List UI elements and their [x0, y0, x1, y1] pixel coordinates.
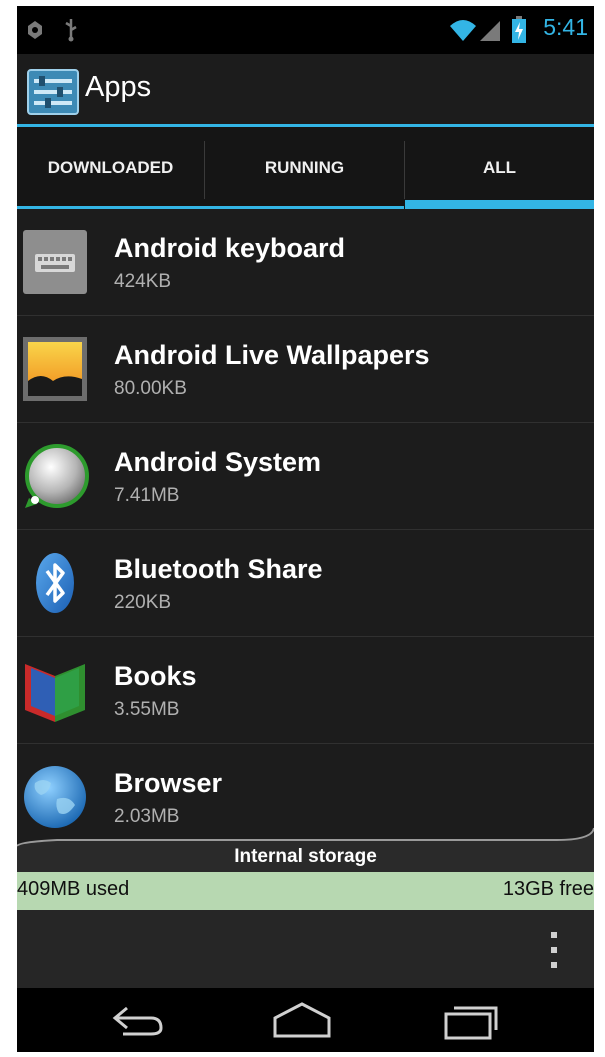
phone-screen: 5:41 Apps DOWNLOADED RUNNING ALL Android…	[17, 6, 594, 1052]
keyboard-icon	[23, 230, 87, 294]
page-title: Apps	[85, 71, 152, 103]
tab-label: RUNNING	[264, 158, 345, 177]
app-size: 3.55MB	[114, 699, 180, 720]
usb-icon	[65, 19, 77, 42]
back-icon[interactable]	[107, 998, 167, 1042]
status-bar: 5:41	[17, 6, 594, 54]
app-name: Bluetooth Share	[114, 554, 323, 584]
tab-selected-indicator	[405, 200, 594, 209]
wifi-icon	[450, 20, 476, 41]
android-system-icon	[25, 444, 89, 508]
status-time: 5:41	[543, 14, 588, 40]
app-name: Android keyboard	[114, 233, 346, 263]
bottom-bar	[17, 910, 594, 988]
overflow-menu-icon[interactable]	[548, 930, 560, 970]
books-icon	[25, 664, 85, 722]
app-list[interactable]: Android keyboard 424KB Android Live Wall…	[17, 209, 594, 851]
app-size: 7.41MB	[114, 485, 180, 506]
list-item-bluetooth-share[interactable]: Bluetooth Share 220KB	[17, 530, 594, 637]
tab-running[interactable]: RUNNING	[205, 127, 404, 209]
app-name: Android System	[114, 447, 322, 477]
app-name: Android Live Wallpapers	[114, 340, 430, 370]
signal-icon	[480, 21, 500, 41]
tab-all[interactable]: ALL	[405, 127, 594, 209]
list-item-android-system[interactable]: Android System 7.41MB	[17, 423, 594, 530]
list-item-books[interactable]: Books 3.55MB	[17, 637, 594, 744]
home-icon[interactable]	[271, 998, 333, 1042]
app-size: 80.00KB	[114, 378, 187, 399]
action-bar: Apps	[17, 54, 594, 127]
bluetooth-icon	[36, 553, 74, 613]
android-debug-icon	[28, 21, 42, 39]
settings-apps-icon[interactable]	[27, 69, 79, 115]
list-item-android-live-wallpapers[interactable]: Android Live Wallpapers 80.00KB	[17, 316, 594, 423]
tab-label: ALL	[482, 158, 517, 177]
app-size: 424KB	[114, 271, 172, 292]
storage-free: 13GB free	[502, 878, 594, 900]
nav-bar	[17, 988, 594, 1052]
tab-label: DOWNLOADED	[47, 158, 174, 177]
battery-icon	[512, 16, 526, 43]
storage-used: 409MB used	[17, 878, 130, 900]
app-size: 220KB	[114, 592, 172, 613]
recent-apps-icon[interactable]	[440, 998, 502, 1042]
app-name: Books	[114, 661, 197, 691]
tab-downloaded[interactable]: DOWNLOADED	[17, 127, 204, 209]
storage-label: Internal storage	[234, 846, 377, 867]
list-item-android-keyboard[interactable]: Android keyboard 424KB	[17, 209, 594, 316]
live-wallpaper-icon	[23, 337, 87, 401]
tab-bar: DOWNLOADED RUNNING ALL	[17, 127, 594, 209]
app-name: Browser	[114, 768, 223, 798]
